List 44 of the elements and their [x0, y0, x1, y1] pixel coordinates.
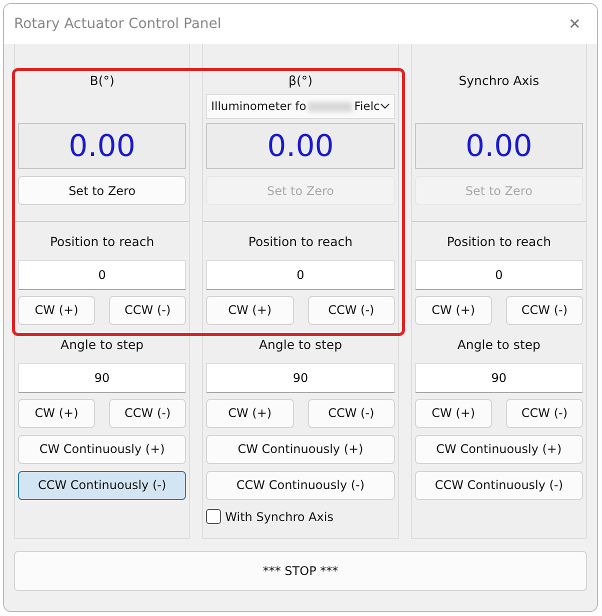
- field-label: Angle to step: [456, 336, 542, 354]
- position-field[interactable]: 0: [414, 260, 583, 290]
- checkbox[interactable]: [206, 509, 222, 524]
- cw-continuous-button[interactable]: CW Continuously (+): [206, 434, 395, 464]
- axis-header: β(°): [288, 72, 314, 90]
- position-display: 0.00: [206, 123, 395, 169]
- cw-button[interactable]: CW (+): [414, 398, 492, 428]
- angle-field[interactable]: 90: [18, 362, 186, 392]
- cw-button[interactable]: CW (+): [18, 398, 96, 428]
- field-label: Position to reach: [247, 233, 354, 251]
- field-label: Position to reach: [48, 233, 156, 251]
- axis-header: Synchro Axis: [458, 72, 540, 90]
- stop-button[interactable]: *** STOP ***: [14, 551, 587, 591]
- cw-continuous-button[interactable]: CW Continuously (+): [414, 434, 583, 464]
- ccw-continuous-button[interactable]: CCW Continuously (-): [18, 470, 186, 500]
- position-field[interactable]: 0: [206, 260, 395, 290]
- ccw-button[interactable]: CCW (-): [109, 398, 186, 428]
- set-zero-button[interactable]: Set to Zero: [18, 176, 186, 205]
- checkbox-label: With Synchro Axis: [225, 508, 334, 526]
- field-label: Position to reach: [446, 233, 552, 251]
- field-label: Angle to step: [60, 336, 145, 354]
- position-display: 0.00: [18, 123, 186, 169]
- position-display: 0.00: [414, 123, 583, 169]
- chevron-down-icon: [380, 103, 390, 110]
- device-dropdown[interactable]: Illuminometer fo Fielc: [206, 94, 395, 119]
- ccw-continuous-button[interactable]: CCW Continuously (-): [414, 470, 583, 500]
- ccw-button[interactable]: CCW (-): [506, 398, 583, 428]
- ccw-button[interactable]: CCW (-): [109, 296, 186, 325]
- ccw-continuous-button[interactable]: CCW Continuously (-): [206, 470, 395, 500]
- cw-continuous-button[interactable]: CW Continuously (+): [18, 434, 186, 464]
- field-label: Angle to step: [258, 336, 344, 354]
- axis-header: B(°): [88, 72, 116, 90]
- ccw-button[interactable]: CCW (-): [308, 296, 395, 325]
- cw-button[interactable]: CW (+): [206, 398, 294, 428]
- window-title: Rotary Actuator Control Panel: [14, 14, 222, 34]
- cw-button[interactable]: CW (+): [206, 296, 294, 325]
- cw-button[interactable]: CW (+): [414, 296, 492, 325]
- close-button[interactable]: ✕: [566, 12, 583, 36]
- cw-button[interactable]: CW (+): [18, 296, 96, 325]
- position-field[interactable]: 0: [18, 260, 186, 290]
- ccw-button[interactable]: CCW (-): [308, 398, 395, 428]
- angle-field[interactable]: 90: [414, 362, 583, 392]
- ccw-button[interactable]: CCW (-): [506, 296, 583, 325]
- angle-field[interactable]: 90: [206, 362, 395, 392]
